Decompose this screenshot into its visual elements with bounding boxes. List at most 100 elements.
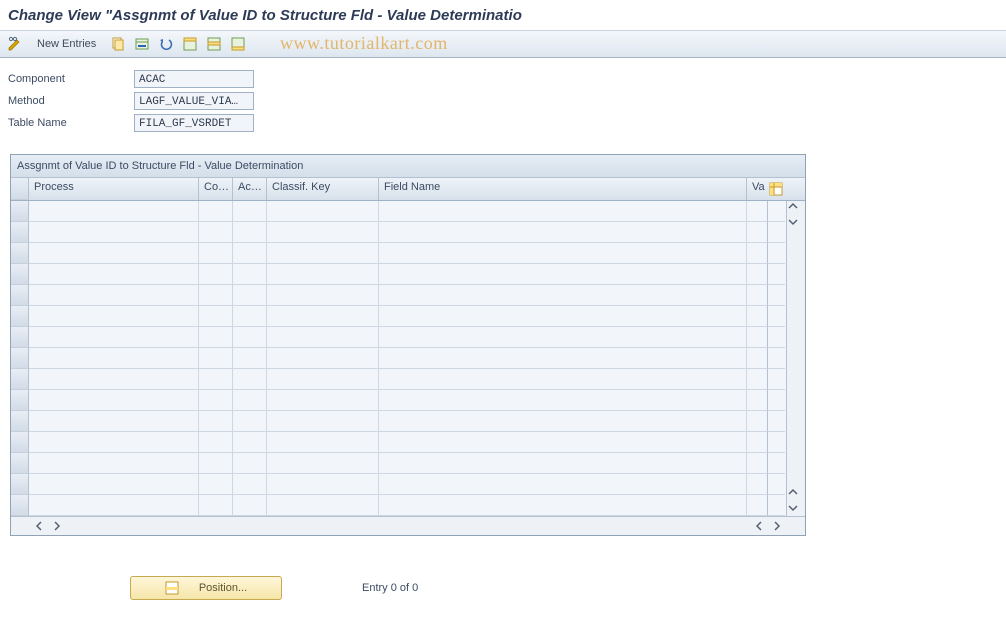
cell-classif[interactable] <box>267 327 379 348</box>
cell-val[interactable] <box>747 411 767 432</box>
row-selector[interactable] <box>11 453 29 474</box>
row-selector[interactable] <box>11 474 29 495</box>
delete-button[interactable] <box>131 33 153 55</box>
cell-ac[interactable] <box>233 369 267 390</box>
table-row[interactable] <box>11 495 805 516</box>
table-row[interactable] <box>11 348 805 369</box>
cell-co[interactable] <box>199 453 233 474</box>
cell-process[interactable] <box>29 453 199 474</box>
cell-classif[interactable] <box>267 474 379 495</box>
table-row[interactable] <box>11 474 805 495</box>
vertical-scrollbar[interactable] <box>786 201 805 516</box>
row-selector[interactable] <box>11 264 29 285</box>
row-selector[interactable] <box>11 411 29 432</box>
cell-process[interactable] <box>29 285 199 306</box>
cell-process[interactable] <box>29 243 199 264</box>
row-selector[interactable] <box>11 432 29 453</box>
cell-classif[interactable] <box>267 243 379 264</box>
cell-ac[interactable] <box>233 411 267 432</box>
row-selector[interactable] <box>11 285 29 306</box>
cell-ac[interactable] <box>233 327 267 348</box>
cell-process[interactable] <box>29 474 199 495</box>
table-row[interactable] <box>11 411 805 432</box>
scroll-up-button[interactable] <box>788 201 798 214</box>
row-selector[interactable] <box>11 201 29 222</box>
cell-val[interactable] <box>747 264 767 285</box>
scroll-down-button[interactable] <box>788 503 798 516</box>
row-selector[interactable] <box>11 348 29 369</box>
grid-select-all-cell[interactable] <box>11 178 29 200</box>
row-selector[interactable] <box>11 390 29 411</box>
table-row[interactable] <box>11 285 805 306</box>
col-header-classif[interactable]: Classif. Key <box>267 178 379 200</box>
col-header-ac[interactable]: Ac… <box>233 178 267 200</box>
cell-process[interactable] <box>29 369 199 390</box>
cell-co[interactable] <box>199 285 233 306</box>
new-entries-button[interactable]: New Entries <box>28 33 105 55</box>
table-row[interactable] <box>11 369 805 390</box>
table-name-field[interactable]: FILA_GF_VSRDET <box>134 114 254 132</box>
cell-ac[interactable] <box>233 285 267 306</box>
col-header-val[interactable]: Va <box>747 178 767 200</box>
cell-ac[interactable] <box>233 453 267 474</box>
table-row[interactable] <box>11 327 805 348</box>
cell-process[interactable] <box>29 495 199 516</box>
col-header-field[interactable]: Field Name <box>379 178 747 200</box>
cell-process[interactable] <box>29 327 199 348</box>
cell-val[interactable] <box>747 495 767 516</box>
scroll-left-button[interactable] <box>30 517 48 535</box>
cell-co[interactable] <box>199 390 233 411</box>
select-block-button[interactable] <box>203 33 225 55</box>
cell-co[interactable] <box>199 411 233 432</box>
table-row[interactable] <box>11 243 805 264</box>
scroll-down-top-button[interactable] <box>788 217 798 230</box>
table-row[interactable] <box>11 453 805 474</box>
cell-co[interactable] <box>199 348 233 369</box>
scroll-left-inner-button[interactable] <box>750 517 768 535</box>
copy-as-button[interactable] <box>107 33 129 55</box>
row-selector[interactable] <box>11 243 29 264</box>
cell-classif[interactable] <box>267 369 379 390</box>
table-row[interactable] <box>11 264 805 285</box>
cell-co[interactable] <box>199 327 233 348</box>
cell-val[interactable] <box>747 390 767 411</box>
cell-field[interactable] <box>379 222 747 243</box>
cell-process[interactable] <box>29 222 199 243</box>
cell-field[interactable] <box>379 390 747 411</box>
cell-val[interactable] <box>747 474 767 495</box>
toggle-edit-button[interactable] <box>4 33 26 55</box>
cell-classif[interactable] <box>267 222 379 243</box>
cell-field[interactable] <box>379 327 747 348</box>
cell-co[interactable] <box>199 243 233 264</box>
cell-classif[interactable] <box>267 453 379 474</box>
cell-classif[interactable] <box>267 285 379 306</box>
cell-val[interactable] <box>747 327 767 348</box>
cell-classif[interactable] <box>267 390 379 411</box>
position-button[interactable]: Position... <box>130 576 282 600</box>
cell-ac[interactable] <box>233 306 267 327</box>
scroll-up-bottom-button[interactable] <box>788 487 798 500</box>
cell-val[interactable] <box>747 201 767 222</box>
cell-process[interactable] <box>29 390 199 411</box>
cell-classif[interactable] <box>267 495 379 516</box>
row-selector[interactable] <box>11 306 29 327</box>
row-selector[interactable] <box>11 327 29 348</box>
row-selector[interactable] <box>11 495 29 516</box>
cell-val[interactable] <box>747 306 767 327</box>
cell-field[interactable] <box>379 474 747 495</box>
cell-ac[interactable] <box>233 495 267 516</box>
cell-val[interactable] <box>747 453 767 474</box>
cell-val[interactable] <box>747 432 767 453</box>
cell-process[interactable] <box>29 264 199 285</box>
cell-classif[interactable] <box>267 432 379 453</box>
cell-co[interactable] <box>199 306 233 327</box>
cell-field[interactable] <box>379 432 747 453</box>
cell-field[interactable] <box>379 348 747 369</box>
cell-process[interactable] <box>29 306 199 327</box>
cell-field[interactable] <box>379 411 747 432</box>
cell-co[interactable] <box>199 369 233 390</box>
cell-co[interactable] <box>199 264 233 285</box>
cell-classif[interactable] <box>267 348 379 369</box>
cell-process[interactable] <box>29 348 199 369</box>
component-field[interactable]: ACAC <box>134 70 254 88</box>
